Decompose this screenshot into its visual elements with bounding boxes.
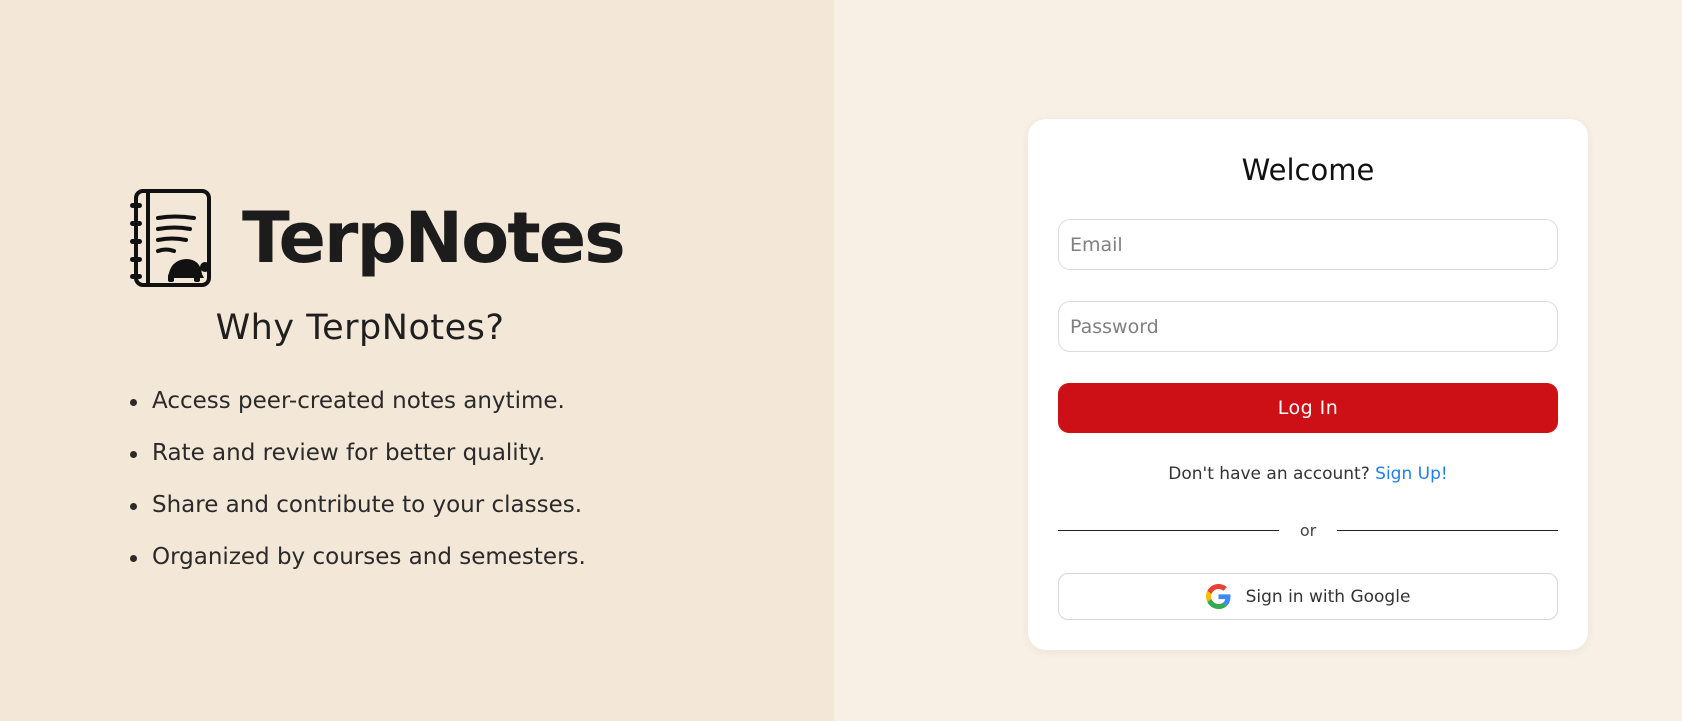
brand-header: TerpNotes xyxy=(130,188,626,288)
divider-line xyxy=(1058,529,1279,531)
login-page: TerpNotes Why TerpNotes? Access peer-cre… xyxy=(0,0,1682,721)
signup-row: Don't have an account? Sign Up! xyxy=(1028,464,1588,484)
why-heading: Why TerpNotes? xyxy=(215,308,505,348)
divider-line xyxy=(1337,529,1558,531)
password-field[interactable] xyxy=(1058,301,1558,352)
signup-link[interactable]: Sign Up! xyxy=(1375,464,1448,484)
login-panel: Welcome Log In Don't have an account? Si… xyxy=(834,0,1682,721)
login-card: Welcome Log In Don't have an account? Si… xyxy=(1028,119,1588,650)
brand-panel: TerpNotes Why TerpNotes? Access peer-cre… xyxy=(0,0,834,721)
brand-name: TerpNotes xyxy=(242,197,626,279)
email-field[interactable] xyxy=(1058,219,1558,270)
feature-list: Access peer-created notes anytime. Rate … xyxy=(130,383,586,591)
card-title: Welcome xyxy=(1241,153,1375,187)
notebook-turtle-icon xyxy=(130,189,211,287)
feature-item: Access peer-created notes anytime. xyxy=(130,383,586,435)
login-button[interactable]: Log In xyxy=(1058,383,1558,433)
divider-text: or xyxy=(1299,520,1317,540)
signup-prompt: Don't have an account? xyxy=(1168,464,1370,484)
feature-item: Organized by courses and semesters. xyxy=(130,539,586,591)
google-icon xyxy=(1205,584,1231,609)
google-signin-button[interactable]: Sign in with Google xyxy=(1058,573,1558,620)
or-divider: or xyxy=(1058,519,1558,541)
feature-item: Rate and review for better quality. xyxy=(130,435,586,487)
google-button-label: Sign in with Google xyxy=(1245,586,1411,607)
feature-item: Share and contribute to your classes. xyxy=(130,487,586,539)
